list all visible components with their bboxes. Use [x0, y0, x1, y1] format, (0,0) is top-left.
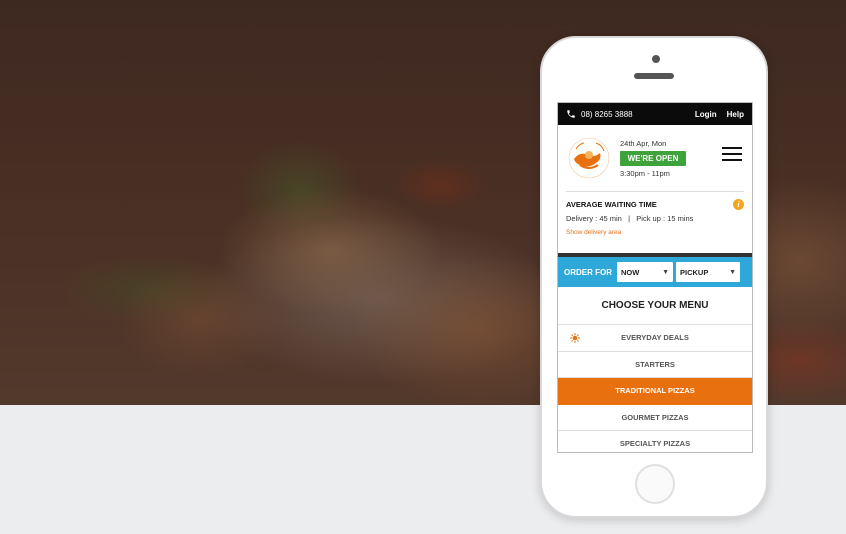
menu-item-traditional-pizzas[interactable]: TRADITIONAL PIZZAS — [558, 378, 752, 405]
store-header: 24th Apr, Mon WE'RE OPEN 3:30pm - 11pm — [558, 125, 752, 191]
order-time-select[interactable]: NOW ▼ — [617, 262, 673, 282]
chevron-down-icon: ▼ — [662, 268, 669, 276]
mr-pizza-logo[interactable] — [566, 135, 612, 181]
info-icon[interactable]: i — [733, 199, 744, 210]
phone-home-button — [635, 464, 675, 504]
phone-mockup: 08) 8265 3888 Login Help 24th Apr, Mon W… — [540, 36, 768, 518]
phone-camera — [652, 55, 660, 63]
phone-icon — [566, 109, 576, 119]
order-type-value: PICKUP — [680, 267, 709, 277]
help-link[interactable]: Help — [727, 110, 744, 119]
hamburger-icon[interactable] — [722, 147, 742, 161]
chevron-down-icon: ▼ — [729, 268, 736, 276]
show-delivery-area-link[interactable]: Show delivery area — [566, 229, 744, 236]
menu-item-gourmet-pizzas[interactable]: GOURMET PIZZAS — [558, 405, 752, 431]
menu-item-label: GOURMET PIZZAS — [621, 412, 689, 422]
top-bar: 08) 8265 3888 Login Help — [558, 103, 752, 125]
phone-speaker — [634, 73, 674, 79]
store-date: 24th Apr, Mon — [620, 138, 667, 148]
order-time-value: NOW — [621, 267, 640, 277]
order-for-bar: ORDER FOR NOW ▼ PICKUP ▼ — [558, 257, 752, 287]
waiting-times: Delivery : 45 min | Pick up : 15 mins — [566, 214, 694, 223]
waiting-time-section: AVERAGE WAITING TIME Delivery : 45 min |… — [566, 191, 744, 253]
login-link[interactable]: Login — [695, 110, 717, 119]
waiting-time-title: AVERAGE WAITING TIME — [566, 200, 657, 209]
open-status-badge: WE'RE OPEN — [620, 150, 686, 166]
order-for-label: ORDER FOR — [564, 267, 612, 277]
order-type-select[interactable]: PICKUP ▼ — [676, 262, 740, 282]
menu-item-starters[interactable]: STARTERS — [558, 352, 752, 378]
menu-item-label: STARTERS — [635, 359, 675, 369]
menu-item-specialty-pizzas[interactable]: SPECIALTY PIZZAS — [558, 431, 752, 452]
menu-item-label: TRADITIONAL PIZZAS — [615, 386, 695, 396]
phone-number[interactable]: 08) 8265 3888 — [581, 110, 633, 119]
menu-item-everyday-deals[interactable]: EVERYDAY DEALS — [558, 325, 752, 352]
menu-item-label: SPECIALTY PIZZAS — [619, 439, 691, 449]
deal-star-icon — [570, 333, 580, 343]
menu-title: CHOOSE YOUR MENU — [558, 287, 752, 325]
store-info: 24th Apr, Mon WE'RE OPEN 3:30pm - 11pm — [620, 139, 686, 178]
phone-screen: 08) 8265 3888 Login Help 24th Apr, Mon W… — [557, 102, 753, 453]
store-hours: 3:30pm - 11pm — [620, 168, 670, 178]
menu-item-label: EVERYDAY DEALS — [621, 333, 689, 343]
